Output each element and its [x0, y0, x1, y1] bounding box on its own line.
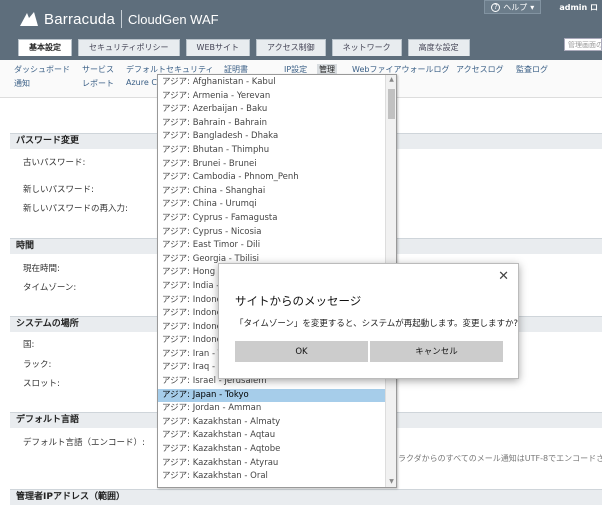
subnav-reports[interactable]: レポート: [82, 78, 114, 89]
scroll-up-icon[interactable]: ▲: [386, 75, 396, 85]
timezone-option[interactable]: アジア: Kazakhstan - Aqtobe: [158, 443, 386, 457]
label-current-time: 現在時間:: [23, 264, 60, 274]
timezone-option[interactable]: アジア: Jordan - Amman: [158, 402, 386, 416]
logo-divider: [121, 10, 123, 28]
tab-basic-settings[interactable]: 基本設定: [18, 39, 72, 56]
timezone-option[interactable]: アジア: Bhutan - Thimphu: [158, 144, 386, 158]
timezone-option[interactable]: アジア: Kazakhstan - Oral: [158, 470, 386, 484]
label-reenter-password: 新しいパスワードの再入力:: [23, 204, 128, 214]
timezone-option[interactable]: アジア: Armenia - Yerevan: [158, 90, 386, 104]
label-slot: スロット:: [23, 379, 60, 389]
label-default-encoding: デフォルト言語（エンコード）:: [23, 438, 145, 448]
tab-network[interactable]: ネットワーク: [331, 39, 402, 56]
timezone-option[interactable]: アジア: Cyprus - Famagusta: [158, 212, 386, 226]
barracuda-logo[interactable]: Barracuda CloudGen WAF: [18, 8, 219, 30]
subnav-dashboard[interactable]: ダッシュボード: [14, 64, 70, 75]
tab-security-policy[interactable]: セキュリティポリシー: [78, 39, 180, 56]
timezone-option[interactable]: アジア: East Timor - Dili: [158, 239, 386, 253]
timezone-option[interactable]: アジア: Azerbaijan - Baku: [158, 103, 386, 117]
scrollbar-thumb[interactable]: [388, 89, 395, 119]
user-menu[interactable]: admin ロ: [541, 2, 602, 13]
timezone-option[interactable]: アジア: Kazakhstan - Atyrau: [158, 457, 386, 471]
timezone-option[interactable]: アジア: China - Shanghai: [158, 185, 386, 199]
app-header: Barracuda CloudGen WAF ? ヘルプ ▾ admin ロ 基…: [0, 0, 602, 60]
label-timezone: タイムゾーン:: [23, 283, 77, 293]
ok-button[interactable]: OK: [235, 341, 368, 362]
timezone-option[interactable]: アジア: Kazakhstan - Aqtau: [158, 429, 386, 443]
confirm-dialog: ✕ サイトからのメッセージ 「タイムゾーン」を変更すると、システムが再起動します…: [218, 263, 519, 379]
timezone-option[interactable]: アジア: Brunei - Brunei: [158, 158, 386, 172]
chevron-down-icon: ▾: [530, 2, 535, 12]
subnav-audit-logs[interactable]: 監査ログ: [516, 64, 548, 75]
subnav-notifications[interactable]: 通知: [14, 78, 30, 89]
timezone-option[interactable]: アジア: Cambodia - Phnom_Penh: [158, 171, 386, 185]
timezone-option[interactable]: アジア: Afghanistan - Kabul: [158, 76, 386, 90]
product-name: CloudGen WAF: [128, 11, 219, 27]
label-country: 国:: [23, 340, 35, 350]
timezone-option[interactable]: アジア: Japan - Tokyo: [158, 388, 386, 403]
dialog-message: 「タイムゾーン」を変更すると、システムが再起動します。変更しますか?: [235, 319, 518, 329]
encoding-hint: ラクダからのすべてのメール通知はUTF-8でエンコードされ: [398, 454, 602, 463]
top-right-bar: ? ヘルプ ▾ admin ロ: [484, 0, 602, 14]
barracuda-logo-icon: [20, 12, 38, 26]
label-rack: ラック:: [23, 360, 52, 370]
timezone-option[interactable]: アジア: Bangladesh - Dhaka: [158, 130, 386, 144]
subnav-services[interactable]: サービス: [82, 64, 114, 75]
help-icon: ?: [491, 2, 501, 12]
subnav-access-logs[interactable]: アクセスログ: [456, 64, 504, 75]
help-menu[interactable]: ? ヘルプ ▾: [484, 0, 542, 14]
timezone-option[interactable]: アジア: Cyprus - Nicosia: [158, 226, 386, 240]
timezone-option[interactable]: アジア: China - Urumqi: [158, 198, 386, 212]
tab-advanced[interactable]: 高度な設定: [407, 39, 470, 56]
main-tabs: 基本設定 セキュリティポリシー WEBサイト アクセス制御 ネットワーク 高度な…: [18, 39, 470, 56]
label-old-password: 古いパスワード:: [23, 158, 86, 168]
cancel-button[interactable]: キャンセル: [370, 341, 503, 362]
timezone-option[interactable]: アジア: Bahrain - Bahrain: [158, 117, 386, 131]
section-admin-ip: 管理者IPアドレス（範囲）: [10, 489, 602, 505]
brand-name: Barracuda: [44, 10, 116, 28]
help-label: ヘルプ: [503, 2, 528, 12]
close-icon[interactable]: ✕: [498, 270, 509, 283]
search-input[interactable]: 管理画面の: [564, 38, 602, 51]
dialog-title: サイトからのメッセージ: [235, 294, 362, 308]
label-new-password: 新しいパスワード:: [23, 185, 94, 195]
timezone-option[interactable]: アジア: Kazakhstan - Almaty: [158, 416, 386, 430]
tab-access-control[interactable]: アクセス制御: [255, 39, 326, 56]
tab-websites[interactable]: WEBサイト: [185, 39, 250, 56]
scroll-down-icon[interactable]: ▼: [386, 477, 396, 487]
